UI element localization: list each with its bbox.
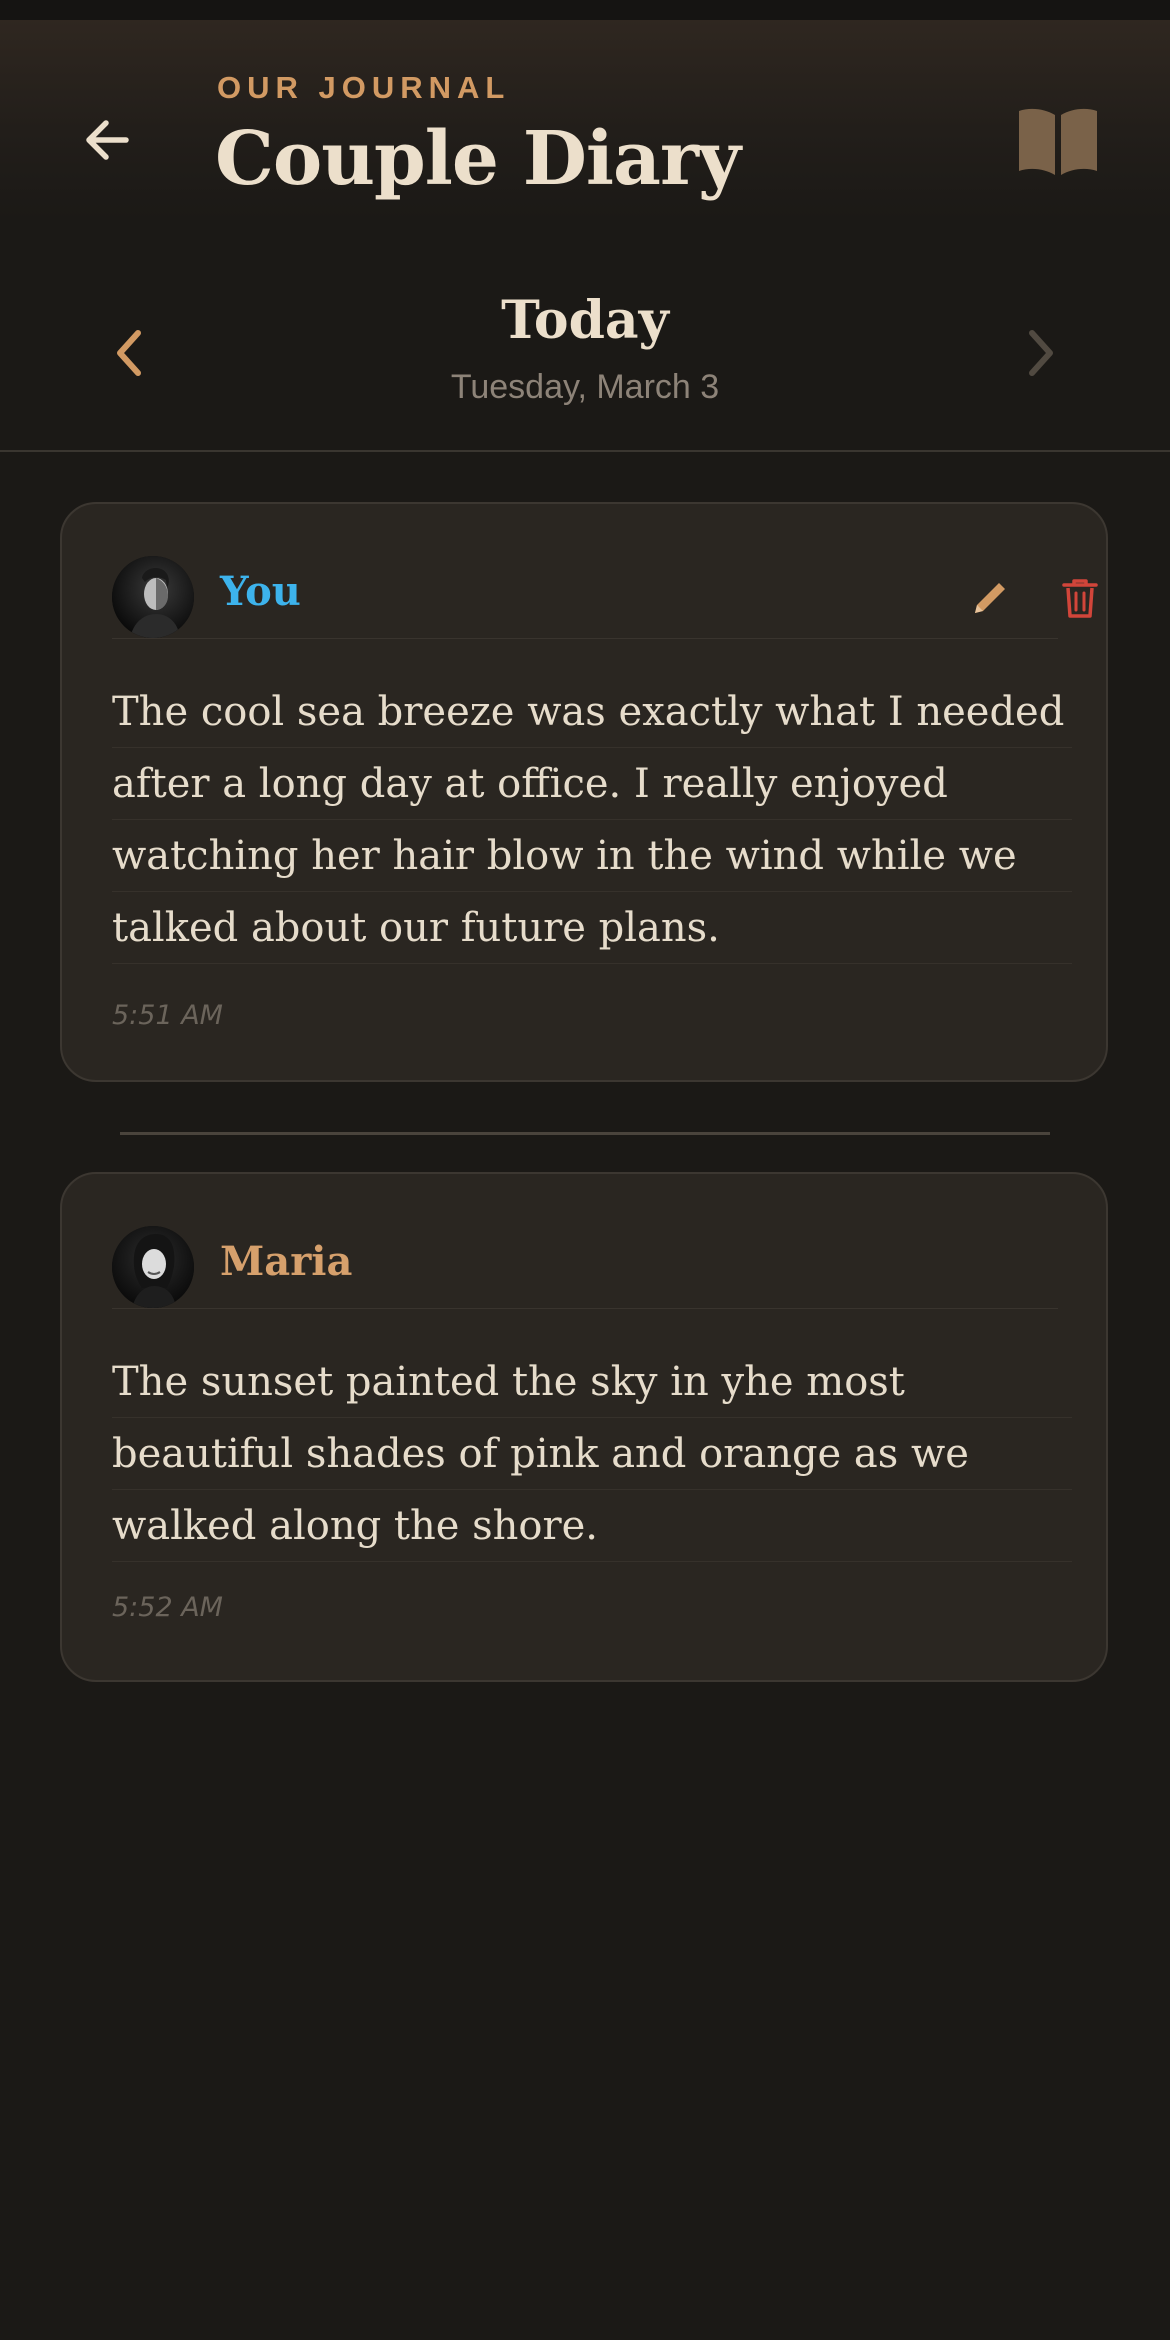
trash-icon [1062, 579, 1098, 618]
entry-text: The sunset painted the sky in yhe most b… [112, 1346, 1072, 1562]
date-subtitle: Tuesday, March 3 [450, 368, 720, 406]
arrow-left-icon [86, 120, 129, 160]
journal-button[interactable] [1008, 98, 1108, 184]
page-title: Couple Diary [215, 116, 741, 202]
entry-header: You [112, 554, 1098, 639]
entry-timestamp: 5:51 AM [112, 1000, 223, 1031]
date-title: Today [501, 290, 669, 351]
edit-entry-button[interactable] [962, 570, 1018, 626]
delete-entry-button[interactable] [1052, 570, 1108, 626]
status-bar [0, 0, 1170, 20]
date-navigator: Today Tuesday, March 3 [0, 280, 1170, 450]
entry-header: Maria [112, 1224, 1058, 1309]
entry-divider [120, 1132, 1050, 1135]
diary-entry-card: You The cool sea breeze was exactly what… [60, 502, 1108, 1082]
open-book-icon [1019, 108, 1097, 175]
date-divider [0, 450, 1170, 452]
entry-timestamp: 5:52 AM [112, 1592, 223, 1623]
avatar [112, 556, 194, 638]
app-header: OUR JOURNAL Couple Diary [0, 20, 1170, 220]
entry-author: Maria [220, 1238, 353, 1285]
diary-entry-card: Maria The sunset painted the sky in yhe … [60, 1172, 1108, 1682]
avatar [112, 1226, 194, 1308]
header-eyebrow: OUR JOURNAL [217, 70, 511, 105]
entry-author: You [220, 568, 301, 615]
chevron-right-icon [1029, 330, 1053, 376]
pencil-icon [975, 583, 1005, 613]
back-button[interactable] [68, 100, 148, 180]
entry-text: The cool sea breeze was exactly what I n… [112, 676, 1072, 964]
next-day-button[interactable] [1008, 320, 1074, 386]
